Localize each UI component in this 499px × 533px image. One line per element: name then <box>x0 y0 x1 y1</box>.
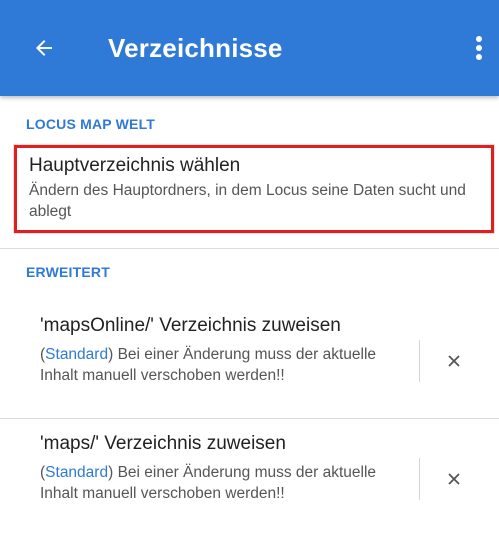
pref-summary: Ändern des Hauptordners, in dem Locus se… <box>29 182 466 220</box>
page-title: Verzeichnisse <box>108 33 283 63</box>
clear-maps-button[interactable] <box>440 465 468 493</box>
clear-mapsonline-button[interactable] <box>440 347 468 375</box>
pref-maps-directory[interactable]: 'maps/' Verzeichnis zuweisen (Standard) … <box>0 432 499 532</box>
pref-main-directory[interactable]: Hauptverzeichnis wählen Ändern des Haupt… <box>14 145 494 233</box>
divider <box>0 418 499 419</box>
section-header-locus-map-welt: LOCUS MAP WELT <box>26 116 156 132</box>
pref-mapsonline-directory[interactable]: 'mapsOnline/' Verzeichnis zuweisen (Stan… <box>0 314 499 410</box>
section-header-erweitert: ERWEITERT <box>26 264 110 280</box>
more-vert-icon <box>476 36 482 60</box>
standard-tag: Standard <box>45 464 109 481</box>
vertical-separator <box>419 340 420 382</box>
pref-title: 'maps/' Verzeichnis zuweisen <box>40 433 286 454</box>
overflow-menu-button[interactable] <box>464 26 494 70</box>
app-bar: Verzeichnisse <box>0 0 499 96</box>
close-icon <box>448 355 460 367</box>
vertical-separator <box>419 458 420 500</box>
divider <box>0 248 499 249</box>
standard-tag: Standard <box>45 346 109 363</box>
pref-title: Hauptverzeichnis wählen <box>29 155 241 176</box>
pref-summary: (Standard) Bei einer Änderung muss der a… <box>40 462 380 504</box>
close-icon <box>448 473 460 485</box>
pref-title: 'mapsOnline/' Verzeichnis zuweisen <box>40 315 341 336</box>
back-button[interactable] <box>22 26 66 70</box>
arrow-left-icon <box>36 40 52 56</box>
pref-summary: (Standard) Bei einer Änderung muss der a… <box>40 344 380 386</box>
